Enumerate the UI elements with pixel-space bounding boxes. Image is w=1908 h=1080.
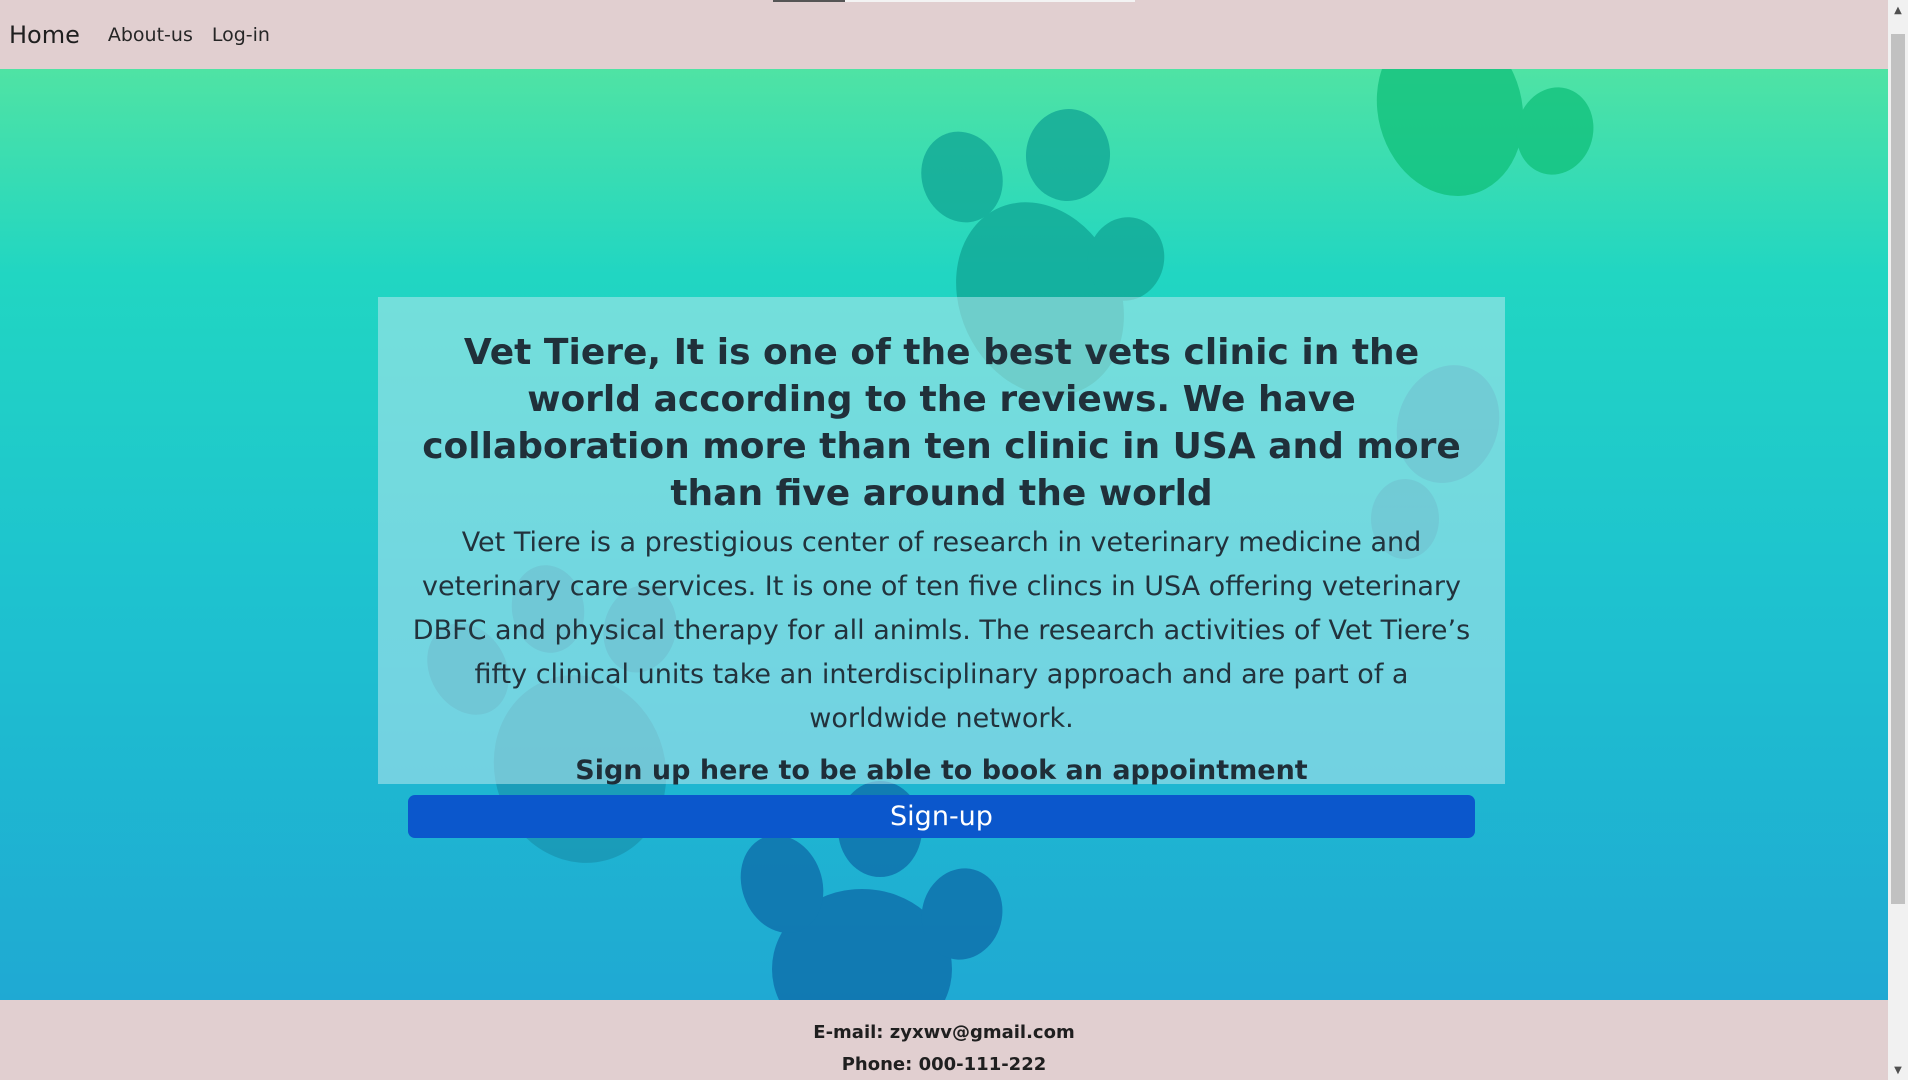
signup-button[interactable]: Sign-up	[408, 795, 1475, 838]
hero-description: Vet Tiere is a prestigious center of res…	[412, 527, 1471, 734]
info-card: Vet Tiere, It is one of the best vets cl…	[378, 297, 1505, 838]
scroll-down-arrow-icon[interactable]: ▼	[1888, 1060, 1908, 1080]
nav-about-us-link[interactable]: About-us	[108, 24, 193, 46]
browser-viewport: Home About-us Log-in Vet Tiere, It is on…	[0, 0, 1908, 1080]
footer: E-mail: zyxwv@gmail.com Phone: 000-111-2…	[0, 1000, 1888, 1080]
navbar: Home About-us Log-in	[0, 0, 1888, 69]
tab-indicator-track	[845, 0, 1135, 2]
paw-print-icon	[1376, 69, 1594, 197]
footer-email: E-mail: zyxwv@gmail.com	[813, 1022, 1075, 1043]
nav-log-in-link[interactable]: Log-in	[212, 24, 270, 46]
nav-home-link[interactable]: Home	[9, 21, 80, 49]
tab-indicator	[773, 0, 845, 2]
footer-phone: Phone: 000-111-222	[841, 1054, 1047, 1075]
scrollbar-thumb[interactable]	[1891, 34, 1905, 904]
scroll-up-arrow-icon[interactable]: ▲	[1888, 0, 1908, 20]
hero-title: Vet Tiere, It is one of the best vets cl…	[422, 332, 1461, 514]
hero-section: Vet Tiere, It is one of the best vets cl…	[0, 69, 1888, 1000]
vertical-scrollbar[interactable]: ▲ ▼	[1888, 0, 1908, 1080]
page: Home About-us Log-in Vet Tiere, It is on…	[0, 0, 1888, 1080]
signup-prompt: Sign up here to be able to book an appoi…	[575, 755, 1308, 786]
